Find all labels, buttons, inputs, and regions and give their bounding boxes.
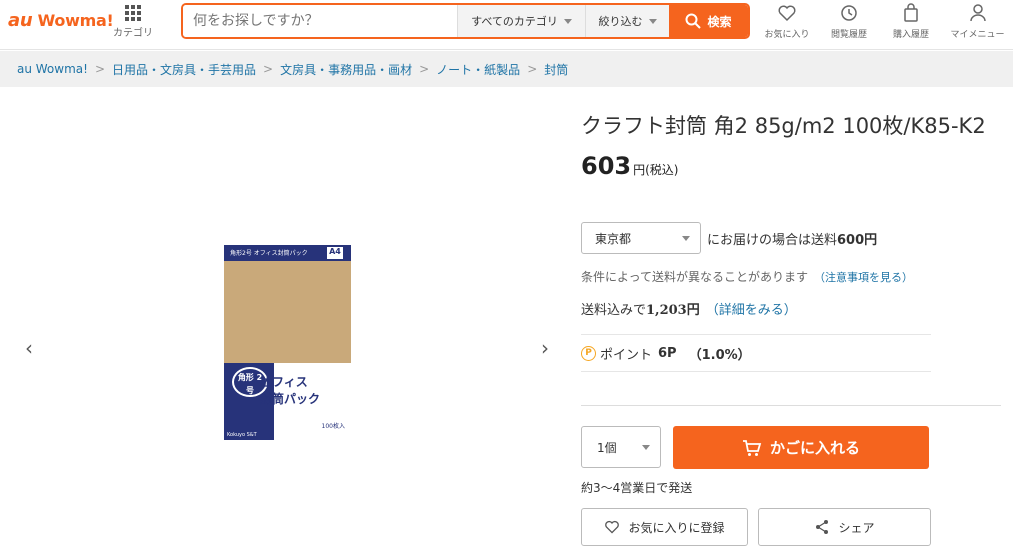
points-row: P ポイント 6P （1.0%） xyxy=(581,334,931,372)
user-icon xyxy=(969,4,986,22)
chevron-down-icon xyxy=(648,18,657,24)
cart-icon xyxy=(742,439,762,456)
product-gallery: ‹ 角形2号 オフィス封筒パック A4 角形 2号 オフィス 封筒パック 100… xyxy=(0,88,570,560)
share-icon xyxy=(816,520,829,534)
search-icon xyxy=(685,13,702,29)
product-title: クラフト封筒 角2 85g/m2 100枚/K85-K2 xyxy=(581,114,986,138)
bag-icon xyxy=(904,3,918,22)
search-button[interactable]: 検索 xyxy=(669,5,748,37)
shipping-notes-link[interactable]: （注意事項を見る） xyxy=(814,271,913,284)
shipping-fee-text: にお届けの場合は送料600円 xyxy=(707,232,878,248)
chevron-down-icon xyxy=(682,235,690,241)
header-icon-nav: お気に入り 閲覧履歴 購入履歴 マイメニュー xyxy=(756,3,1013,45)
breadcrumb-item[interactable]: au Wowma! xyxy=(17,62,88,76)
favorites-link[interactable]: お気に入り xyxy=(756,3,818,45)
breadcrumb-separator-icon: > xyxy=(94,62,106,76)
add-favorite-button[interactable]: お気に入りに登録 xyxy=(581,508,748,546)
breadcrumb-separator-icon: > xyxy=(263,62,274,76)
product-image[interactable]: 角形2号 オフィス封筒パック A4 角形 2号 オフィス 封筒パック 100枚入… xyxy=(224,245,351,440)
my-menu-link[interactable]: マイメニュー xyxy=(942,3,1013,45)
purchase-history-link[interactable]: 購入履歴 xyxy=(880,3,942,45)
add-to-cart-button[interactable]: かごに入れる xyxy=(673,426,929,469)
site-header: au Wowma! カテゴリ すべてのカテゴリ 絞り込む 検索 お気に入り 閲覧… xyxy=(0,0,1013,50)
history-icon xyxy=(841,5,857,21)
breadcrumb-item[interactable]: 日用品・文房具・手芸用品 xyxy=(112,61,256,78)
grid-icon xyxy=(125,5,141,21)
breadcrumb-separator-icon: > xyxy=(419,62,430,76)
category-menu-button[interactable]: カテゴリ xyxy=(110,3,156,43)
total-details-link[interactable]: （詳細をみる） xyxy=(706,303,797,318)
prefecture-select[interactable]: 東京都 xyxy=(581,222,701,254)
total-price: 送料込みで1,203円 （詳細をみる） xyxy=(581,303,797,318)
search-input[interactable] xyxy=(183,5,457,37)
filter-select[interactable]: 絞り込む xyxy=(585,5,669,37)
shipping-row: 東京都 にお届けの場合は送料600円 xyxy=(581,222,877,254)
search-bar: すべてのカテゴリ 絞り込む 検索 xyxy=(181,3,750,39)
shipping-eta: 約3〜4営業日で発送 xyxy=(581,481,693,495)
heart-icon xyxy=(778,5,796,22)
divider xyxy=(581,405,1001,406)
chevron-right-icon[interactable]: › xyxy=(537,338,553,358)
breadcrumb-item[interactable]: 封筒 xyxy=(544,61,568,78)
product-info: クラフト封筒 角2 85g/m2 100枚/K85-K2 603 円(税込) 東京… xyxy=(581,110,1001,546)
breadcrumb-item[interactable]: 文房具・事務用品・画材 xyxy=(280,61,412,78)
breadcrumb-item[interactable]: ノート・紙製品 xyxy=(436,61,520,78)
breadcrumb: au Wowma! > 日用品・文房具・手芸用品 > 文房具・事務用品・画材 > ノー… xyxy=(0,51,1013,87)
category-menu-label: カテゴリ xyxy=(113,28,153,39)
chevron-left-icon[interactable]: ‹ xyxy=(21,338,37,358)
breadcrumb-separator-icon: > xyxy=(527,62,538,76)
product-price: 603 円(税込) xyxy=(581,152,679,180)
shipping-note: 条件によって送料が異なることがあります （注意事項を見る） xyxy=(581,270,914,284)
chevron-down-icon xyxy=(642,444,650,450)
history-link[interactable]: 閲覧履歴 xyxy=(818,3,880,45)
category-select[interactable]: すべてのカテゴリ xyxy=(457,5,585,37)
quantity-select[interactable]: 1個 xyxy=(581,426,661,468)
chevron-down-icon xyxy=(563,18,572,24)
points-icon: P xyxy=(581,345,596,361)
share-button[interactable]: シェア xyxy=(758,508,931,546)
heart-icon xyxy=(605,520,620,534)
site-logo[interactable]: au Wowma! xyxy=(8,10,114,31)
